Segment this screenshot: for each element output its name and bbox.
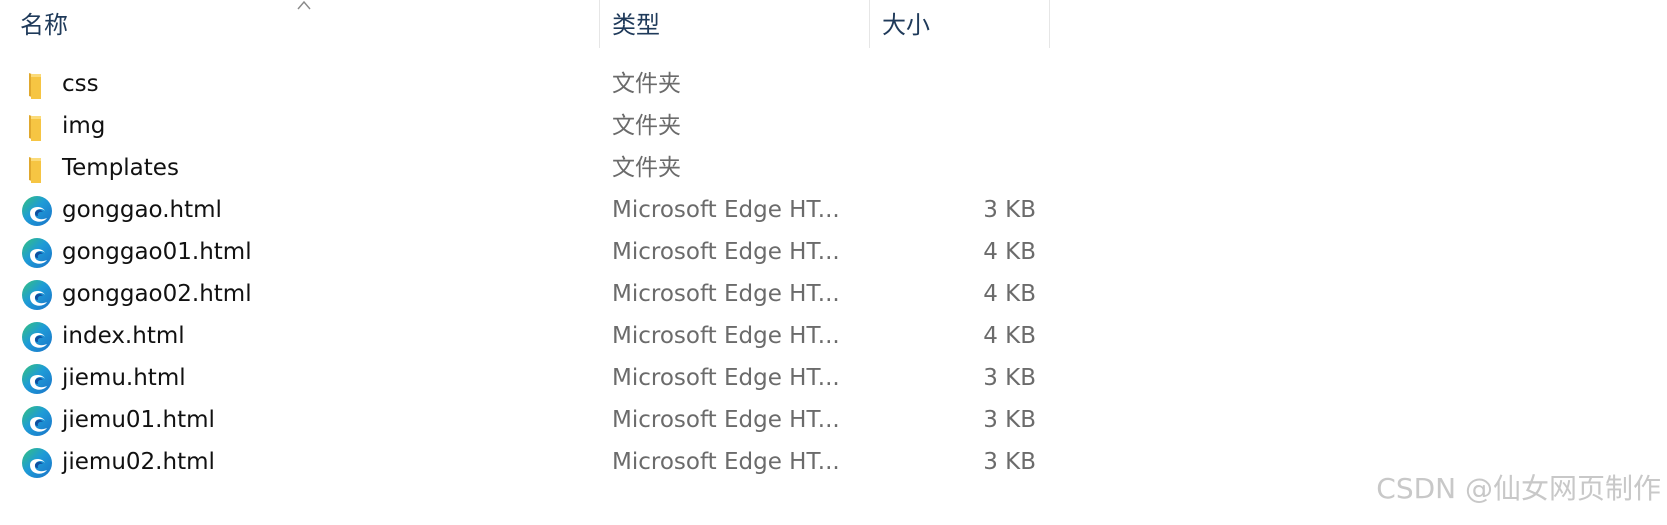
file-name[interactable]: jiemu.html: [62, 357, 186, 399]
file-row[interactable]: Templates 文件夹: [0, 147, 1060, 189]
file-name[interactable]: gonggao.html: [62, 189, 222, 231]
file-type: Microsoft Edge HT...: [612, 323, 840, 349]
file-type: 文件夹: [612, 71, 681, 97]
watermark: CSDN @仙女网页制作: [1376, 472, 1661, 505]
file-type: Microsoft Edge HT...: [612, 365, 840, 391]
edge-html-icon: [20, 320, 54, 354]
file-row[interactable]: jiemu01.html Microsoft Edge HT... 3 KB: [0, 399, 1060, 441]
column-header-name-label: 名称: [20, 11, 68, 39]
file-size: [870, 147, 1036, 189]
column-header-size[interactable]: 大小: [870, 0, 1050, 48]
file-name[interactable]: gonggao01.html: [62, 231, 252, 273]
file-type: Microsoft Edge HT...: [612, 407, 840, 433]
file-list: css 文件夹 img 文件夹 Templates 文件夹 gonggao.html Micr…: [0, 63, 1060, 483]
file-name[interactable]: css: [62, 63, 99, 105]
file-row[interactable]: img 文件夹: [0, 105, 1060, 147]
file-explorer: 名称 类型 大小 css 文件夹 img 文件夹 Templates 文件夹 gonggao…: [0, 0, 1667, 525]
edge-html-icon: [20, 362, 54, 396]
edge-html-icon: [20, 446, 54, 480]
file-name[interactable]: jiemu02.html: [62, 441, 215, 483]
edge-html-icon: [20, 194, 54, 228]
folder-icon: [20, 68, 54, 102]
file-type: Microsoft Edge HT...: [612, 239, 840, 265]
file-name[interactable]: gonggao02.html: [62, 273, 252, 315]
file-size: 3 KB: [983, 449, 1036, 475]
edge-html-icon: [20, 404, 54, 438]
file-type: Microsoft Edge HT...: [612, 197, 840, 223]
column-header-type-label: 类型: [612, 11, 660, 39]
file-row[interactable]: css 文件夹: [0, 63, 1060, 105]
file-type: 文件夹: [612, 155, 681, 181]
file-row[interactable]: gonggao01.html Microsoft Edge HT... 4 KB: [0, 231, 1060, 273]
file-size: 3 KB: [983, 197, 1036, 223]
file-size: 3 KB: [983, 365, 1036, 391]
file-name[interactable]: Templates: [62, 147, 179, 189]
file-type: Microsoft Edge HT...: [612, 281, 840, 307]
file-row[interactable]: gonggao02.html Microsoft Edge HT... 4 KB: [0, 273, 1060, 315]
column-header-size-label: 大小: [882, 11, 930, 39]
file-row[interactable]: index.html Microsoft Edge HT... 4 KB: [0, 315, 1060, 357]
file-size: [870, 105, 1036, 147]
file-row[interactable]: jiemu02.html Microsoft Edge HT... 3 KB: [0, 441, 1060, 483]
file-type: 文件夹: [612, 113, 681, 139]
sort-ascending-icon: [297, 0, 311, 10]
file-size: [870, 63, 1036, 105]
column-header-type[interactable]: 类型: [600, 0, 870, 48]
edge-html-icon: [20, 236, 54, 270]
file-name[interactable]: index.html: [62, 315, 185, 357]
file-row[interactable]: gonggao.html Microsoft Edge HT... 3 KB: [0, 189, 1060, 231]
folder-icon: [20, 110, 54, 144]
file-size: 4 KB: [983, 281, 1036, 307]
column-header-bar: 名称 类型 大小: [0, 0, 1060, 48]
file-name[interactable]: img: [62, 105, 105, 147]
file-name[interactable]: jiemu01.html: [62, 399, 215, 441]
edge-html-icon: [20, 278, 54, 312]
folder-icon: [20, 152, 54, 186]
file-size: 4 KB: [983, 239, 1036, 265]
file-size: 3 KB: [983, 407, 1036, 433]
file-type: Microsoft Edge HT...: [612, 449, 840, 475]
file-size: 4 KB: [983, 323, 1036, 349]
file-row[interactable]: jiemu.html Microsoft Edge HT... 3 KB: [0, 357, 1060, 399]
